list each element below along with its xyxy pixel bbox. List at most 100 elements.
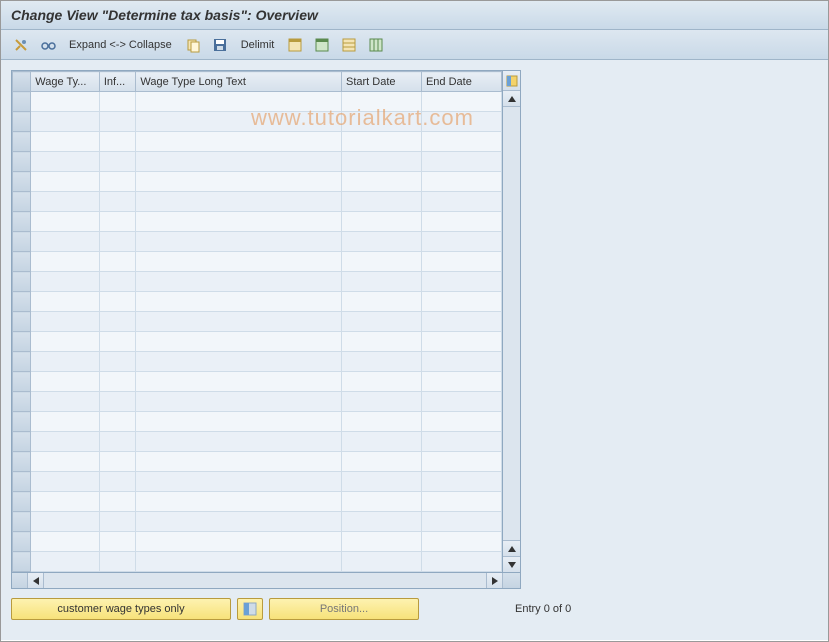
cell[interactable] [342,232,422,252]
select-all-header[interactable] [13,72,31,92]
cell[interactable] [342,292,422,312]
cell[interactable] [421,132,501,152]
table-row[interactable] [13,292,502,312]
col-start-date[interactable]: Start Date [342,72,422,92]
cell[interactable] [136,172,342,192]
row-selector[interactable] [13,392,31,412]
row-selector[interactable] [13,212,31,232]
row-selector[interactable] [13,152,31,172]
cell[interactable] [342,552,422,572]
cell[interactable] [342,192,422,212]
table-row[interactable] [13,192,502,212]
table-row[interactable] [13,92,502,112]
cell[interactable] [31,252,100,272]
cell[interactable] [31,172,100,192]
cell[interactable] [342,492,422,512]
cell[interactable] [136,232,342,252]
cell[interactable] [342,392,422,412]
table-row[interactable] [13,152,502,172]
cell[interactable] [31,232,100,252]
row-selector[interactable] [13,412,31,432]
cell[interactable] [421,252,501,272]
cell[interactable] [136,552,342,572]
table-row[interactable] [13,412,502,432]
table-settings-icon[interactable] [337,34,361,56]
table-row[interactable] [13,252,502,272]
cell[interactable] [342,352,422,372]
position-button[interactable]: Position... [269,598,419,620]
scroll-up-icon[interactable] [503,91,520,107]
cell[interactable] [31,332,100,352]
row-selector[interactable] [13,192,31,212]
cell[interactable] [136,292,342,312]
row-selector[interactable] [13,352,31,372]
table-row[interactable] [13,352,502,372]
row-selector[interactable] [13,492,31,512]
cell[interactable] [342,512,422,532]
cell[interactable] [99,192,136,212]
cell[interactable] [99,112,136,132]
cell[interactable] [421,492,501,512]
cell[interactable] [136,252,342,272]
cell[interactable] [421,332,501,352]
cell[interactable] [99,212,136,232]
glasses-icon[interactable] [36,34,60,56]
cell[interactable] [136,412,342,432]
table-row[interactable] [13,132,502,152]
cell[interactable] [136,472,342,492]
save-icon[interactable] [208,34,232,56]
copy-icon[interactable] [181,34,205,56]
cell[interactable] [136,272,342,292]
cell[interactable] [342,132,422,152]
column-config-icon[interactable] [364,34,388,56]
cell[interactable] [136,452,342,472]
cell[interactable] [342,112,422,132]
cell[interactable] [31,452,100,472]
cell[interactable] [421,212,501,232]
row-selector[interactable] [13,252,31,272]
expand-collapse-button[interactable]: Expand <-> Collapse [63,37,178,53]
cell[interactable] [99,312,136,332]
cell[interactable] [99,332,136,352]
cell[interactable] [342,212,422,232]
cell[interactable] [342,332,422,352]
cell[interactable] [31,432,100,452]
cell[interactable] [421,532,501,552]
cell[interactable] [99,472,136,492]
cell[interactable] [99,532,136,552]
cell[interactable] [136,212,342,232]
cell[interactable] [421,432,501,452]
col-wage-type[interactable]: Wage Ty... [31,72,100,92]
cell[interactable] [421,192,501,212]
cell[interactable] [31,472,100,492]
cell[interactable] [342,412,422,432]
col-long-text[interactable]: Wage Type Long Text [136,72,342,92]
cell[interactable] [136,312,342,332]
table-row[interactable] [13,232,502,252]
row-selector[interactable] [13,112,31,132]
cell[interactable] [421,292,501,312]
cell[interactable] [136,432,342,452]
row-selector[interactable] [13,312,31,332]
cell[interactable] [342,252,422,272]
cell[interactable] [421,392,501,412]
table-row[interactable] [13,392,502,412]
scroll-track[interactable] [503,107,520,540]
table-row[interactable] [13,372,502,392]
cell[interactable] [136,132,342,152]
cell[interactable] [31,492,100,512]
cell[interactable] [31,152,100,172]
row-selector[interactable] [13,92,31,112]
row-selector[interactable] [13,452,31,472]
table-row[interactable] [13,112,502,132]
row-selector[interactable] [13,172,31,192]
cell[interactable] [136,392,342,412]
table-row[interactable] [13,492,502,512]
table-row[interactable] [13,532,502,552]
cell[interactable] [31,312,100,332]
cell[interactable] [421,412,501,432]
row-selector[interactable] [13,372,31,392]
table-row[interactable] [13,432,502,452]
cell[interactable] [99,392,136,412]
row-selector[interactable] [13,472,31,492]
